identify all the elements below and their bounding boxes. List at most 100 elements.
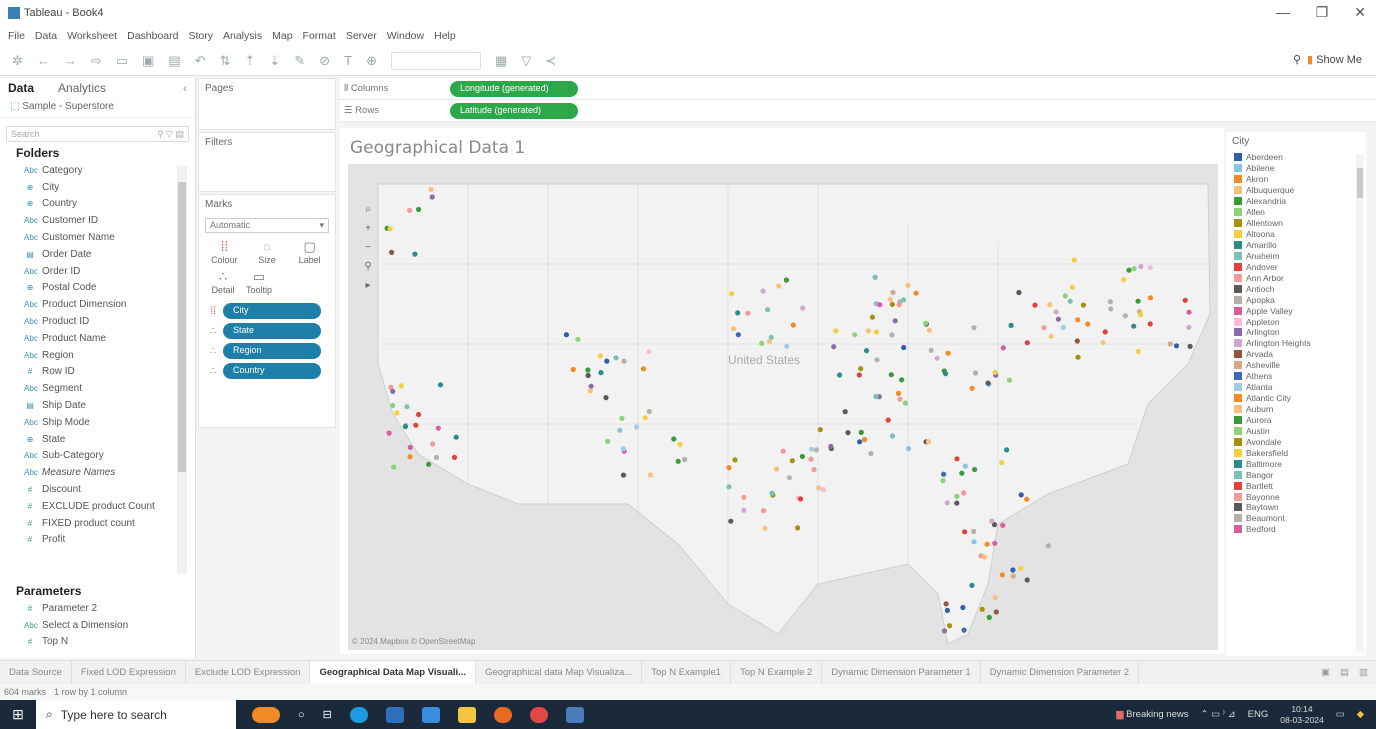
new-story-icon[interactable]: ▥ (1359, 667, 1368, 678)
legend-item[interactable]: Altoona (1226, 229, 1366, 240)
legend-item[interactable]: Bartlett (1226, 480, 1366, 491)
legend-item[interactable]: Austin (1226, 425, 1366, 436)
sheet-tab[interactable]: Fixed LOD Expression (72, 661, 186, 684)
search-filter-icons[interactable]: ⚲ ▽ ▤ (157, 129, 184, 140)
restore-icon[interactable]: ❐ (1316, 4, 1329, 21)
city-mark[interactable] (1069, 284, 1075, 290)
city-mark[interactable] (682, 456, 688, 463)
city-mark[interactable] (1100, 340, 1106, 346)
city-mark[interactable] (435, 425, 441, 431)
field-item[interactable]: Abc Region (0, 347, 195, 364)
field-item[interactable]: Abc Sub-Category (0, 448, 195, 465)
city-mark[interactable] (1135, 348, 1141, 355)
city-mark[interactable] (934, 355, 940, 361)
city-mark[interactable] (954, 493, 960, 499)
city-mark[interactable] (897, 299, 903, 305)
city-mark[interactable] (433, 454, 440, 461)
city-mark[interactable] (857, 439, 863, 445)
field-item[interactable]: Abc Product ID (0, 313, 195, 330)
city-mark[interactable] (992, 595, 998, 601)
new-sheet-icon[interactable]: ▣ (1321, 667, 1330, 678)
city-mark[interactable] (620, 472, 627, 478)
columns-shelf[interactable]: ⦀ Columns Longitude (generated) (340, 78, 1376, 100)
city-mark[interactable] (728, 518, 734, 524)
city-mark[interactable] (961, 627, 967, 633)
city-mark[interactable] (613, 355, 619, 361)
city-mark[interactable] (598, 370, 604, 376)
city-mark[interactable] (780, 448, 786, 454)
city-mark[interactable] (943, 601, 949, 607)
city-mark[interactable] (863, 348, 870, 354)
label-button[interactable]: ▢ Label (292, 239, 328, 265)
city-mark[interactable] (889, 433, 896, 439)
city-mark[interactable] (1147, 321, 1153, 327)
city-mark[interactable] (842, 409, 848, 415)
forward-icon[interactable]: → (64, 53, 77, 68)
menu-item-file[interactable]: File (8, 30, 25, 42)
legend-item[interactable]: Allentown (1226, 218, 1366, 229)
city-mark[interactable] (993, 609, 999, 615)
city-mark[interactable] (905, 282, 911, 289)
city-mark[interactable] (809, 446, 815, 452)
tooltip-icon[interactable]: ▽ (521, 53, 531, 69)
fit-dropdown[interactable] (391, 51, 481, 70)
menu-item-help[interactable]: Help (434, 30, 456, 42)
city-mark[interactable] (1186, 324, 1192, 330)
city-mark[interactable] (386, 430, 392, 436)
legend-item[interactable]: Allen (1226, 207, 1366, 218)
city-mark[interactable] (940, 477, 946, 484)
city-mark[interactable] (1102, 329, 1108, 335)
collapse-pane-icon[interactable]: ‹ (183, 81, 187, 95)
city-mark[interactable] (999, 460, 1005, 466)
city-mark[interactable] (811, 467, 817, 473)
city-mark[interactable] (800, 305, 806, 311)
map-view[interactable]: United States ⌕ + − ⚲ ▸ © 2024 Mapbox © … (348, 164, 1218, 650)
city-mark[interactable] (620, 446, 626, 452)
firefox-icon[interactable] (493, 706, 512, 723)
city-mark[interactable] (597, 353, 603, 359)
field-item[interactable]: Abc Segment (0, 380, 195, 397)
datasource-item[interactable]: ⬚ Sample - Superstore (0, 98, 195, 118)
field-item[interactable]: Abc Category (0, 162, 195, 179)
swap-icon[interactable]: ⇅ (220, 53, 231, 69)
city-mark[interactable] (1004, 447, 1010, 453)
city-mark[interactable] (416, 206, 422, 213)
city-mark[interactable] (989, 518, 995, 524)
city-mark[interactable] (869, 314, 876, 320)
city-mark[interactable] (769, 490, 775, 496)
sort-desc-icon[interactable]: ⇣ (269, 53, 280, 69)
city-mark[interactable] (1131, 266, 1137, 272)
sheet-tab[interactable]: Geographical data Map Visualiza... (476, 661, 643, 684)
back-icon[interactable]: ← (37, 53, 50, 68)
legend-item[interactable]: Bangor (1226, 469, 1366, 480)
data-source-icon[interactable]: ⇨ (91, 53, 102, 69)
city-mark[interactable] (971, 325, 977, 331)
field-item[interactable]: Abc Order ID (0, 263, 195, 280)
city-mark[interactable] (1186, 309, 1192, 315)
pin-icon[interactable]: ⊕ (366, 53, 377, 69)
city-mark[interactable] (1075, 317, 1081, 323)
sheet-tab[interactable]: Top N Example1 (642, 661, 731, 684)
app-icon[interactable] (529, 706, 548, 723)
city-mark[interactable] (833, 328, 839, 334)
city-mark[interactable] (888, 372, 894, 378)
legend-item[interactable]: Albuquerque (1226, 185, 1366, 196)
zoom-out-icon[interactable]: − (365, 242, 371, 253)
city-mark[interactable] (1131, 323, 1137, 329)
mark-pill[interactable]: State (223, 323, 321, 339)
city-mark[interactable] (776, 283, 782, 289)
city-mark[interactable] (1062, 293, 1068, 299)
city-mark[interactable] (1053, 309, 1059, 315)
city-mark[interactable] (412, 251, 418, 257)
tooltip-button[interactable]: ▭ Tooltip (241, 269, 277, 295)
city-mark[interactable] (1121, 277, 1127, 283)
pin-map-icon[interactable]: ⚲ (364, 261, 371, 272)
legend-item[interactable]: Alexandria (1226, 196, 1366, 207)
legend-scroll-thumb[interactable] (1357, 168, 1363, 198)
field-item[interactable]: Abc Measure Names (0, 464, 195, 481)
city-mark[interactable] (731, 326, 737, 332)
labels-icon[interactable]: T (344, 53, 352, 68)
city-mark[interactable] (671, 436, 677, 442)
city-mark[interactable] (969, 385, 975, 391)
rows-pill[interactable]: Latitude (generated) (450, 102, 578, 119)
